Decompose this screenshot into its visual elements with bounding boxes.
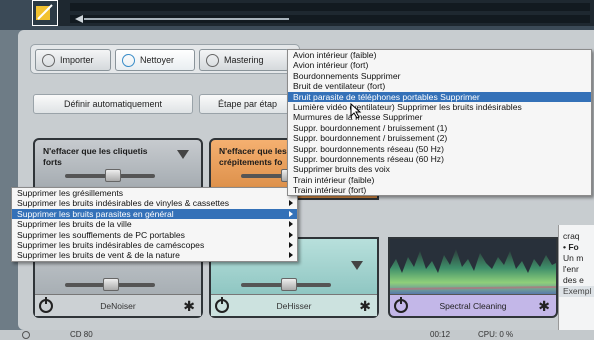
- power-icon[interactable]: [39, 297, 53, 313]
- menu-item[interactable]: Supprimer les bruits indésirables de vin…: [12, 198, 297, 208]
- menu-item[interactable]: Train intérieur (faible): [288, 175, 591, 185]
- playhead-marker[interactable]: [75, 15, 83, 23]
- help-line: • Fo: [563, 242, 579, 252]
- spectral-label: Spectral Cleaning: [439, 300, 507, 311]
- waveform-strip: [70, 3, 590, 11]
- power-icon[interactable]: [215, 297, 229, 313]
- menu-item[interactable]: Murmures de la messe Supprimer: [288, 112, 591, 122]
- menu-item[interactable]: Supprimer les grésillements: [12, 188, 297, 198]
- cpu-readout: CPU: 0 %: [478, 330, 514, 339]
- menu-item[interactable]: Suppr. bourdonnement / bruissement (2): [288, 133, 591, 143]
- dehisser-label: DeHisser: [276, 300, 312, 311]
- menu-item[interactable]: Suppr. bourdonnements réseau (50 Hz): [288, 144, 591, 154]
- gear-icon[interactable]: ✱: [359, 299, 371, 313]
- tab-mastering[interactable]: Mastering: [199, 49, 289, 71]
- top-toolbar: [0, 0, 594, 30]
- menu-item[interactable]: Supprimer les soufflements de PC portabl…: [12, 230, 297, 240]
- submenu-arrow-icon: [289, 231, 293, 238]
- menu-item[interactable]: Lumière vidéo (ventilateur) Supprimer le…: [288, 102, 591, 112]
- help-text-pane: craq • Fo Un m l'enr des e Exempl: [558, 225, 594, 330]
- menu-item-label: Supprimer les bruits indésirables de vin…: [17, 198, 230, 209]
- spectrogram-graphic: [390, 239, 556, 297]
- power-icon[interactable]: [394, 297, 408, 313]
- clean-icon: [122, 54, 135, 67]
- slider-knob[interactable]: [103, 278, 119, 291]
- denoiser-slider[interactable]: [65, 278, 155, 291]
- app-logo-icon: [32, 0, 58, 26]
- menu-item[interactable]: Suppr. bourdonnements réseau (60 Hz): [288, 154, 591, 164]
- help-line: des e: [563, 275, 584, 285]
- help-line: Exempl: [559, 286, 594, 297]
- menu-item[interactable]: Avion intérieur (fort): [288, 60, 591, 70]
- timeline-progress: [84, 18, 289, 20]
- denoiser-label: DeNoiser: [100, 300, 136, 311]
- menu-item[interactable]: Bourdonnements Supprimer: [288, 71, 591, 81]
- menu-item-label: Supprimer les bruits de la ville: [17, 219, 132, 230]
- spectral-cleaning-module: Spectral Cleaning ✱: [388, 237, 558, 318]
- menu-item[interactable]: Supprimer les bruits indésirables de cam…: [12, 240, 297, 250]
- help-line: Un m: [563, 253, 584, 263]
- menu-item-label: Supprimer les soufflements de PC portabl…: [17, 229, 185, 240]
- menu-item[interactable]: Avion intérieur (faible): [288, 50, 591, 60]
- workflow-tabbar: Importer Nettoyer Mastering: [30, 44, 300, 74]
- module-preset-label: N'effacer que les cliquetis forts: [43, 146, 148, 167]
- menu-item[interactable]: Supprimer les bruits de la ville: [12, 219, 297, 229]
- dehisser-slider[interactable]: [241, 278, 331, 291]
- preset-dropdown-icon[interactable]: [177, 150, 189, 159]
- mastering-icon: [206, 54, 219, 67]
- tab-label: Importer: [60, 55, 94, 65]
- noise-preset-flyout: Avion intérieur (faible) Avion intérieur…: [287, 49, 592, 197]
- menu-item[interactable]: Supprimer bruits des voix: [288, 164, 591, 174]
- submenu-arrow-icon: [289, 252, 293, 259]
- button-label: Définir automatiquement: [63, 99, 163, 109]
- menu-item-label: Supprimer les bruits indésirables de cam…: [17, 239, 205, 250]
- menu-item-highlighted[interactable]: Bruit parasite de téléphones portables S…: [288, 91, 591, 102]
- menu-item[interactable]: Train intérieur (fort): [288, 185, 591, 195]
- submenu-arrow-icon: [289, 221, 293, 228]
- menu-item-label: Supprimer les bruits parasites en généra…: [17, 208, 174, 219]
- mouse-cursor-icon: [350, 103, 362, 119]
- slider-knob[interactable]: [105, 169, 121, 182]
- gear-icon[interactable]: ✱: [538, 299, 550, 313]
- help-line: l'enr: [563, 264, 579, 274]
- auto-row: Définir automatiquement Étape par étap: [33, 94, 297, 118]
- tab-nettoyer[interactable]: Nettoyer: [115, 49, 195, 71]
- submenu-arrow-icon: [289, 241, 293, 248]
- time-readout: 00:12: [430, 330, 451, 339]
- status-bar: CD 80 00:12 CPU: 0 %: [0, 330, 594, 340]
- submenu-arrow-icon: [289, 200, 293, 207]
- menu-item[interactable]: Suppr. bourdonnement / bruissement (1): [288, 123, 591, 133]
- menu-item[interactable]: Bruit de ventilateur (fort): [288, 81, 591, 91]
- button-label: Étape par étap: [218, 99, 278, 109]
- tab-importer[interactable]: Importer: [35, 49, 111, 71]
- slider-knob[interactable]: [281, 278, 297, 291]
- import-icon: [42, 54, 55, 67]
- status-icon: [22, 331, 30, 339]
- define-automatically-button[interactable]: Définir automatiquement: [33, 94, 193, 114]
- step-by-step-button[interactable]: Étape par étap: [199, 94, 297, 114]
- submenu-arrow-icon: [289, 210, 293, 217]
- preset-dropdown-icon[interactable]: [351, 261, 363, 270]
- help-line: craq: [563, 231, 580, 241]
- gear-icon[interactable]: ✱: [183, 299, 195, 313]
- menu-item-label: Supprimer les grésillements: [17, 188, 124, 198]
- declicker-slider[interactable]: [65, 169, 155, 182]
- cd-format[interactable]: CD 80: [70, 330, 93, 339]
- menu-item-label: Supprimer les bruits de vent & de la nat…: [17, 250, 180, 261]
- cleaning-preset-menu: Supprimer les grésillements Supprimer le…: [11, 187, 298, 262]
- menu-item[interactable]: Supprimer les bruits de vent & de la nat…: [12, 250, 297, 260]
- tab-label: Nettoyer: [140, 55, 175, 65]
- tab-label: Mastering: [224, 55, 264, 65]
- menu-item-highlighted[interactable]: Supprimer les bruits parasites en généra…: [12, 208, 297, 220]
